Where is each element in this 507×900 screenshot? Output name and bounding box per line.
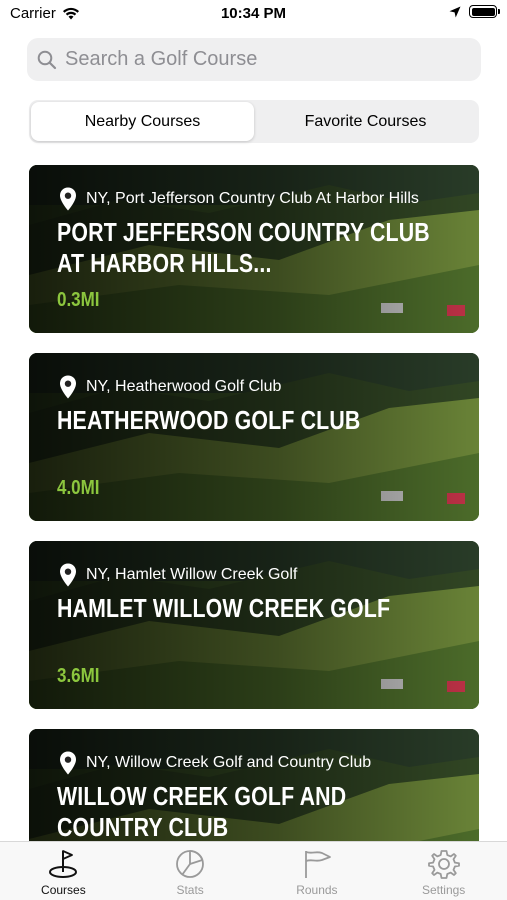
- map-pin-icon: [60, 187, 76, 211]
- map-pin-icon: [60, 563, 76, 587]
- course-title: HAMLET WILLOW CREEK GOLF: [57, 593, 391, 623]
- map-pin-icon: [60, 751, 76, 775]
- course-title: HEATHERWOOD GOLF CLUB: [57, 405, 361, 435]
- tab-rounds-label: Rounds: [296, 883, 338, 897]
- course-card[interactable]: NY, Port Jefferson Country Club At Harbo…: [29, 165, 479, 333]
- segment-nearby-courses[interactable]: Nearby Courses: [31, 102, 254, 141]
- course-location-label: NY, Heatherwood Golf Club: [86, 378, 282, 395]
- tab-rounds[interactable]: Rounds: [254, 842, 381, 900]
- course-location: NY, Willow Creek Golf and Country Club: [59, 751, 371, 775]
- course-list: NY, Port Jefferson Country Club At Harbo…: [29, 165, 479, 900]
- tab-courses[interactable]: Courses: [0, 842, 127, 900]
- course-distance: 3.6MI: [57, 665, 100, 687]
- pie-chart-icon: [176, 850, 205, 878]
- course-location: NY, Port Jefferson Country Club At Harbo…: [59, 187, 419, 211]
- tab-bar: Courses Stats Rounds Settings: [0, 841, 507, 900]
- gear-icon: [427, 850, 460, 879]
- status-time: 10:34 PM: [220, 5, 287, 22]
- flag-icon: [304, 851, 331, 878]
- course-location-label: NY, Willow Creek Golf and Country Club: [86, 754, 372, 771]
- battery-icon: [469, 5, 500, 18]
- course-location: NY, Hamlet Willow Creek Golf: [59, 563, 297, 587]
- location-arrow-icon: [449, 6, 461, 17]
- course-title: WILLOW CREEK GOLF AND COUNTRY CLUB: [57, 781, 347, 842]
- course-title: PORT JEFFERSON COUNTRY CLUB AT HARBOR HI…: [57, 217, 430, 278]
- course-location: NY, Heatherwood Golf Club: [59, 375, 281, 399]
- course-location-label: NY, Port Jefferson Country Club At Harbo…: [86, 190, 419, 207]
- status-bar: Carrier 10:34 PM: [0, 0, 507, 28]
- course-location-label: NY, Hamlet Willow Creek Golf: [86, 566, 298, 583]
- course-distance: 0.3MI: [57, 289, 100, 311]
- tab-settings[interactable]: Settings: [380, 842, 507, 900]
- tab-stats-label: Stats: [176, 883, 204, 897]
- search-input[interactable]: [65, 48, 465, 71]
- tab-courses-label: Courses: [41, 883, 86, 897]
- search-icon: [37, 50, 57, 69]
- tab-settings-label: Settings: [421, 883, 466, 897]
- status-right: [449, 5, 500, 18]
- courses-segmented-control: Nearby Courses Favorite Courses: [29, 100, 479, 143]
- search-bar[interactable]: [27, 38, 481, 81]
- course-card[interactable]: NY, Hamlet Willow Creek Golf HAMLET WILL…: [29, 541, 479, 709]
- golf-flag-hole-icon: [49, 850, 78, 878]
- course-card[interactable]: NY, Heatherwood Golf Club HEATHERWOOD GO…: [29, 353, 479, 521]
- course-distance: 4.0MI: [57, 477, 100, 499]
- tab-stats[interactable]: Stats: [127, 842, 254, 900]
- segment-favorite-courses[interactable]: Favorite Courses: [254, 102, 477, 141]
- map-pin-icon: [60, 375, 76, 399]
